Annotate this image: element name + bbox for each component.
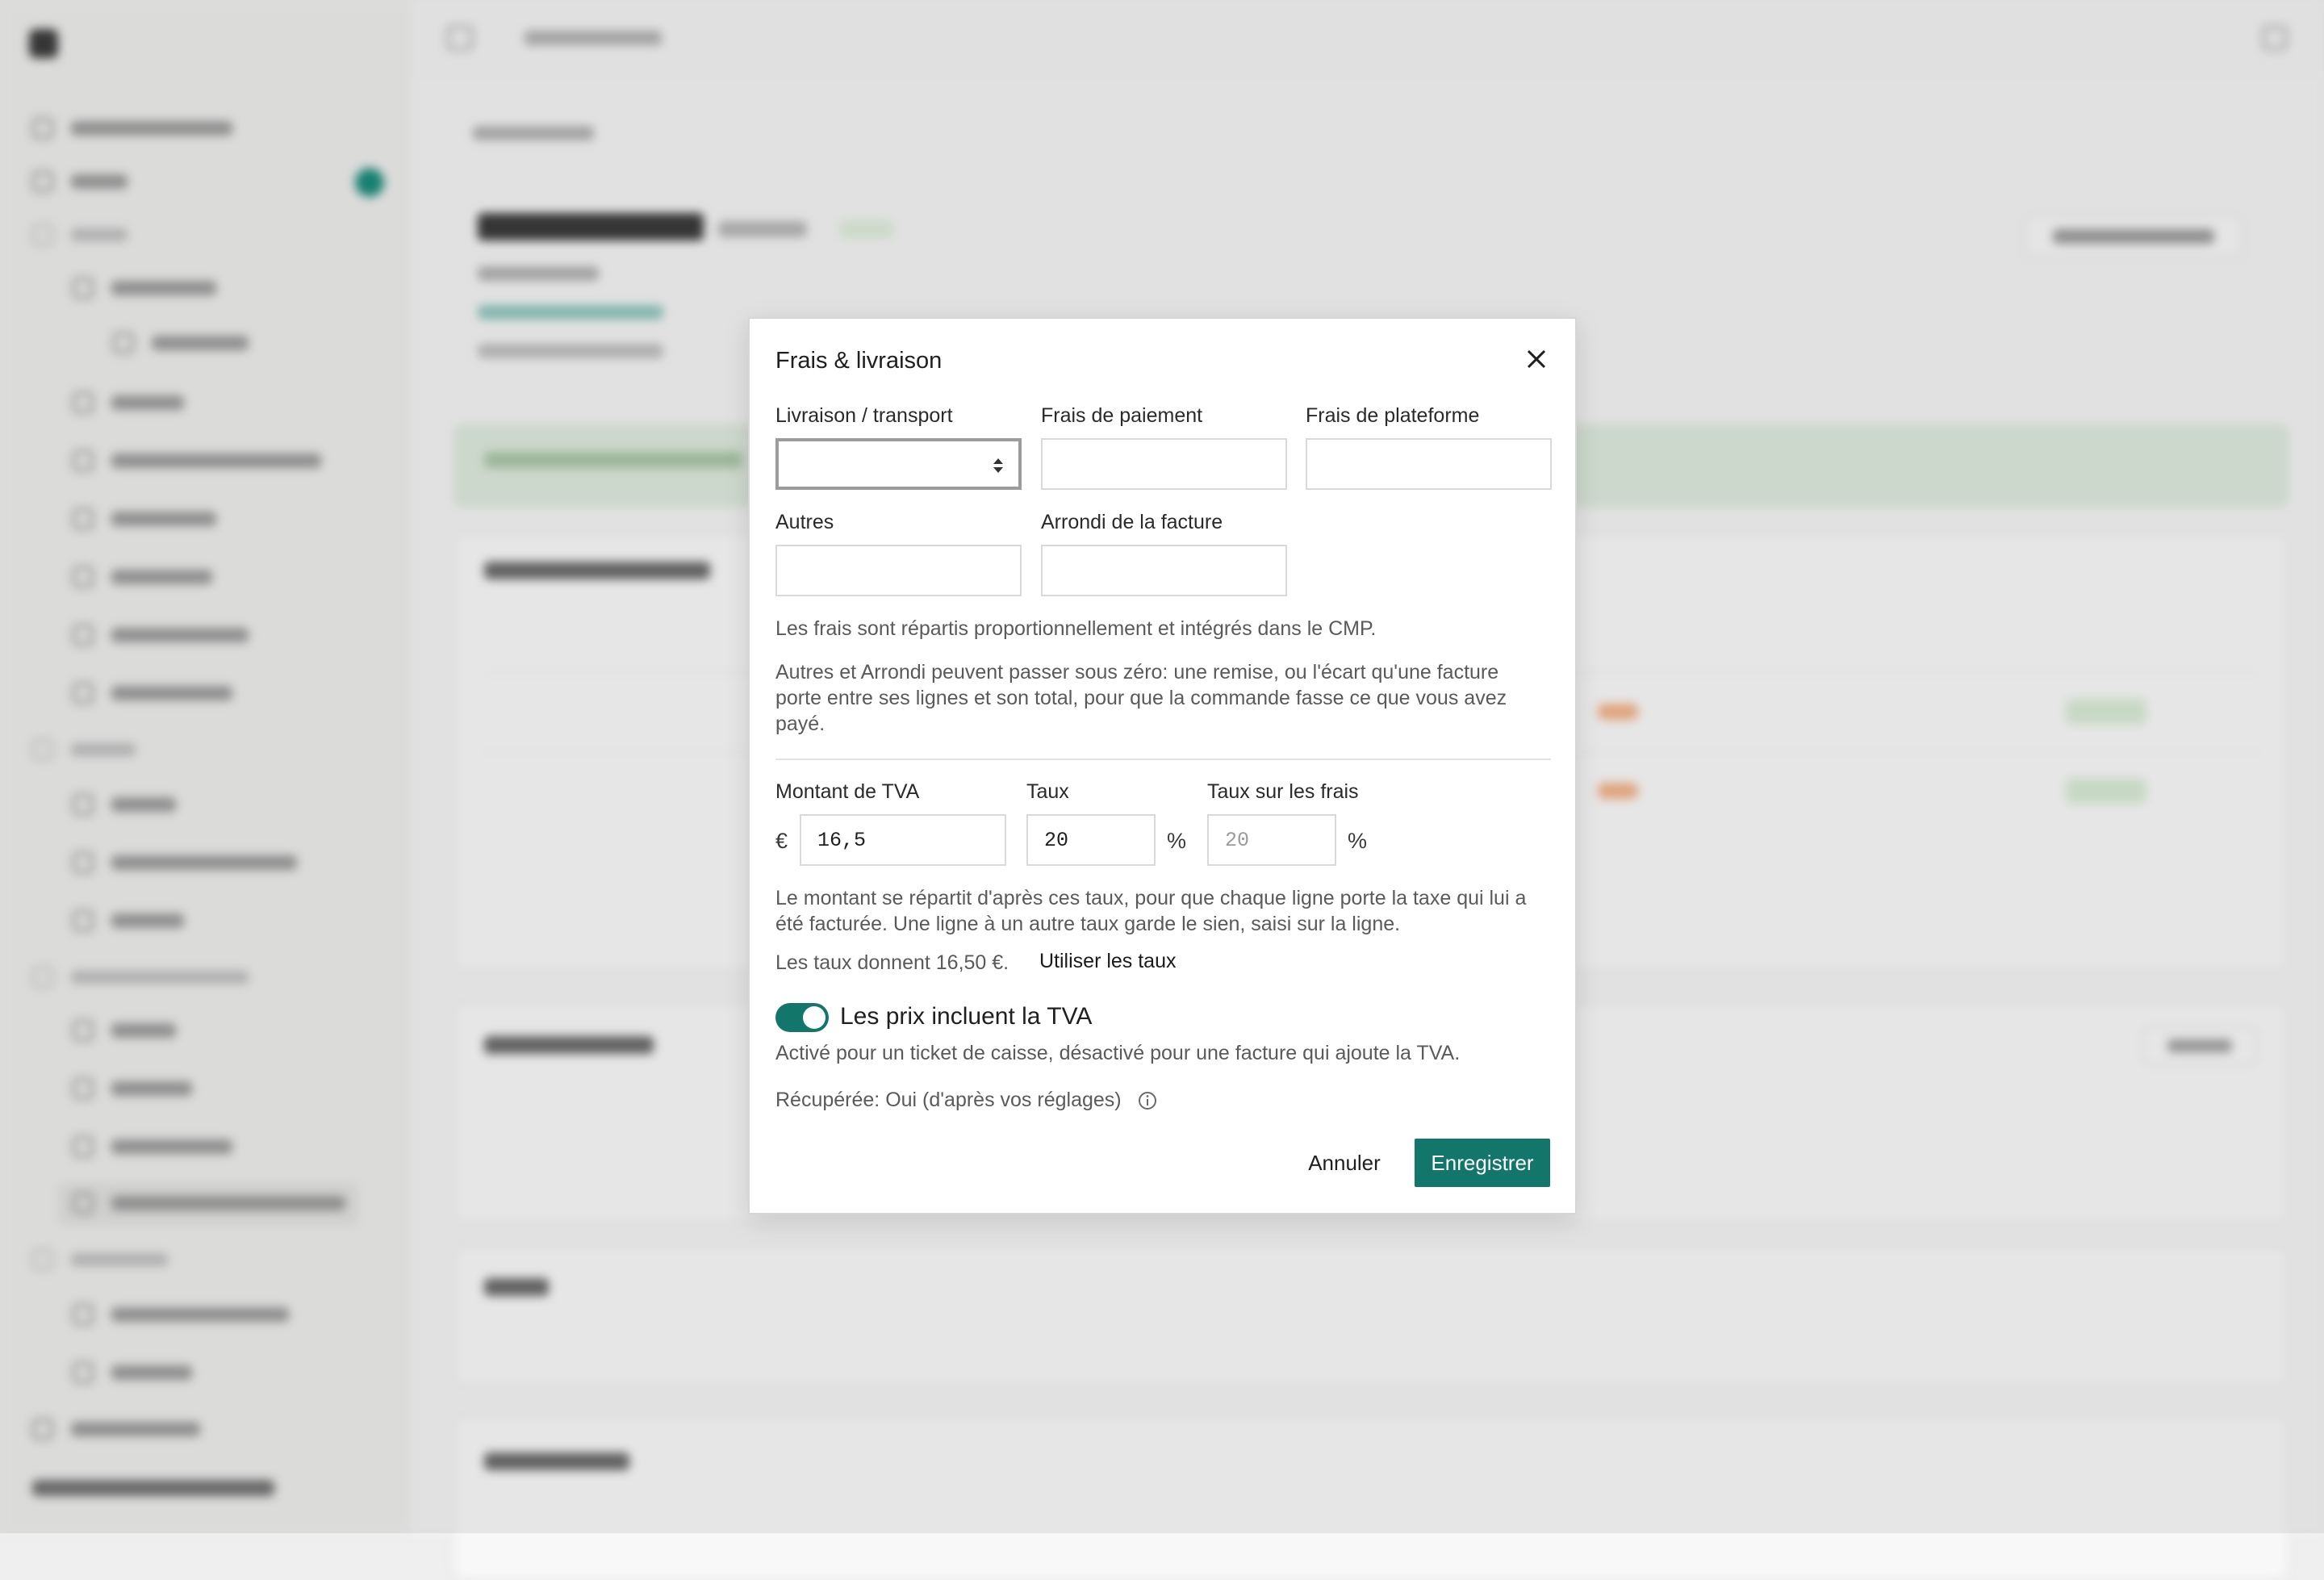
recovered-text: Récupérée: Oui (d'après vos réglages) (775, 1089, 1122, 1111)
close-icon (1527, 349, 1546, 369)
vat-amount-input[interactable]: 16,5 (800, 814, 1006, 866)
split-hint: Le montant se répartit d'après ces taux,… (775, 887, 1527, 935)
currency-symbol: € (775, 829, 788, 853)
prorata-hint: Les frais sont répartis proportionnellem… (775, 617, 1377, 640)
fee-rate-label: Taux sur les frais (1207, 780, 1359, 803)
vat-rate-value: 20 (1044, 828, 1069, 852)
vat-included-toggle[interactable] (775, 1003, 829, 1032)
info-icon[interactable] (1137, 1090, 1158, 1111)
rounding-input[interactable] (1041, 545, 1287, 596)
cancel-button[interactable]: Annuler (1295, 1139, 1394, 1187)
number-spinner-icon[interactable] (991, 456, 1005, 475)
fee-rate-input[interactable]: 20 (1207, 814, 1336, 866)
toggle-knob (803, 1006, 826, 1029)
shipping-input[interactable] (775, 438, 1022, 490)
dialog-title: Frais & livraison (775, 348, 943, 374)
fee-rate-percent: % (1348, 829, 1368, 853)
platform-input[interactable] (1306, 438, 1552, 490)
vat-rate-input[interactable]: 20 (1026, 814, 1156, 866)
other-input[interactable] (775, 545, 1022, 596)
use-rates-button[interactable]: Utiliser les taux (1039, 950, 1177, 973)
fees-dialog: Frais & livraison Livraison / transport … (748, 317, 1577, 1214)
toggle-hint: Activé pour un ticket de caisse, désacti… (775, 1042, 1461, 1064)
vat-included-label: Les prix incluent la TVA (840, 1003, 1093, 1030)
fee-rate-placeholder: 20 (1225, 828, 1250, 852)
rates-give-text: Les taux donnent 16,50 €. (775, 951, 1009, 974)
rounding-label: Arrondi de la facture (1041, 511, 1223, 533)
negative-hint: Autres et Arrondi peuvent passer sous zé… (775, 661, 1507, 735)
vat-amount-value: 16,5 (817, 828, 867, 852)
save-button[interactable]: Enregistrer (1415, 1139, 1550, 1187)
payment-label: Frais de paiement (1041, 404, 1203, 427)
platform-label: Frais de plateforme (1306, 404, 1480, 427)
vat-rate-label: Taux (1026, 780, 1069, 803)
payment-input[interactable] (1041, 438, 1287, 490)
divider (775, 759, 1551, 760)
shipping-label: Livraison / transport (775, 404, 953, 427)
close-button[interactable] (1520, 343, 1553, 375)
other-label: Autres (775, 511, 834, 533)
vat-amount-label: Montant de TVA (775, 780, 920, 803)
rate-percent: % (1167, 829, 1187, 853)
